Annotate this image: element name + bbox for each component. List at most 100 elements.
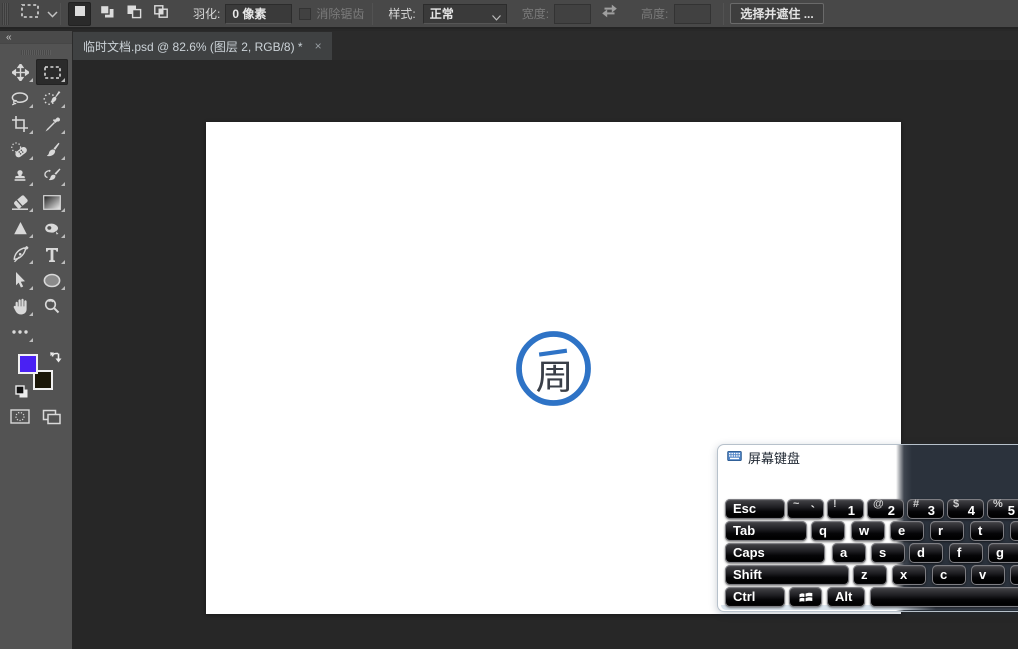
chevron-down-icon — [491, 10, 501, 24]
key-Esc[interactable]: Esc — [725, 499, 785, 519]
style-dropdown[interactable]: 正常 — [422, 3, 507, 24]
key-Ctrl[interactable]: Ctrl — [725, 587, 785, 607]
key-r[interactable]: r — [930, 521, 964, 541]
tab-close-icon[interactable]: × — [315, 40, 322, 52]
key-z[interactable]: z — [853, 565, 887, 585]
ellipse-tool[interactable] — [36, 267, 68, 293]
pen-tool[interactable] — [4, 241, 36, 267]
zoom-tool[interactable] — [36, 293, 68, 319]
key-1[interactable]: ! 1 — [827, 498, 864, 519]
key-s[interactable]: s — [871, 543, 905, 563]
dodge-icon — [43, 221, 61, 236]
key-Alt[interactable]: Alt — [827, 587, 865, 607]
intersect-selection-button[interactable] — [149, 2, 172, 26]
brush-tool[interactable] — [36, 137, 68, 163]
dodge-tool[interactable] — [36, 215, 68, 241]
swap-width-height-icon[interactable] — [600, 3, 619, 24]
swap-colors-icon[interactable] — [48, 351, 63, 371]
hand-tool[interactable] — [4, 293, 36, 319]
move-tool[interactable] — [4, 59, 36, 85]
eraser-tool[interactable] — [4, 189, 36, 215]
stamp-icon — [12, 168, 28, 184]
key-Caps[interactable]: Caps — [725, 543, 825, 563]
rectangular-marquee-tool[interactable] — [36, 59, 68, 85]
key-t[interactable]: t — [970, 521, 1004, 541]
document-tab[interactable]: 临时文档.psd @ 82.6% (图层 2, RGB/8) * × — [73, 32, 332, 60]
new-selection-button[interactable] — [68, 1, 91, 26]
key-shift-symbol: $ — [953, 498, 960, 510]
key-Shift[interactable]: Shift — [725, 565, 849, 585]
key-v[interactable]: v — [971, 565, 1005, 585]
toolbar-grip[interactable] — [21, 50, 51, 55]
collapse-toolbar-icon[interactable]: « — [6, 32, 11, 43]
key-5[interactable]: % 5 — [987, 498, 1018, 519]
edit-toolbar[interactable] — [4, 319, 36, 345]
on-screen-keyboard[interactable]: 屏幕键盘 Esc~`!1@2#3$4%5TabqwertyCapsasdfgSh… — [717, 444, 1018, 612]
tool-preset-picker[interactable] — [20, 3, 58, 24]
spot-healing-tool[interactable] — [4, 137, 36, 163]
key-main-char: 4 — [967, 503, 975, 518]
blur-tool[interactable] — [4, 215, 36, 241]
flyout-triangle-icon — [61, 156, 65, 160]
key-y[interactable]: y — [1010, 521, 1018, 541]
key-space[interactable] — [870, 587, 1018, 607]
key-shift-symbol: ! — [833, 498, 837, 510]
key-w[interactable]: w — [851, 521, 885, 541]
gradient-tool[interactable] — [36, 189, 68, 215]
key-d[interactable]: d — [909, 543, 943, 563]
add-to-selection-button[interactable] — [95, 2, 118, 26]
crop-icon — [12, 116, 28, 132]
key-4[interactable]: $4 — [947, 498, 984, 519]
separator — [372, 2, 374, 25]
flyout-triangle-icon — [61, 260, 65, 264]
height-input[interactable] — [674, 3, 712, 24]
eyedropper-tool[interactable] — [36, 111, 68, 137]
flyout-triangle-icon — [61, 182, 65, 186]
logo: 周 — [508, 323, 599, 414]
path-selection-tool[interactable] — [4, 267, 36, 293]
key-label: Alt — [835, 589, 853, 604]
key-Tab[interactable]: Tab — [725, 521, 807, 541]
key-win[interactable] — [789, 587, 822, 607]
key-main-char: 2 — [887, 503, 895, 518]
key-b[interactable]: b — [1010, 565, 1018, 585]
flyout-triangle-icon — [29, 338, 33, 342]
document-tab-title: 临时文档.psd @ 82.6% (图层 2, RGB/8) * — [83, 39, 303, 54]
key-main-char: 5 — [1007, 503, 1015, 518]
key-q[interactable]: q — [811, 521, 845, 541]
ellipse-icon — [43, 273, 61, 288]
ellipsis-icon — [12, 330, 28, 334]
crop-tool[interactable] — [4, 111, 36, 137]
key-label: f — [957, 545, 962, 560]
key-e[interactable]: e — [890, 521, 924, 541]
key-c[interactable]: c — [932, 565, 966, 585]
key-label: Shift — [733, 567, 762, 582]
quick-selection-tool[interactable] — [36, 85, 68, 111]
key-2[interactable]: @2 — [867, 498, 904, 519]
subtract-from-selection-button[interactable] — [122, 2, 145, 26]
key-x[interactable]: x — [892, 565, 926, 585]
default-colors-icon[interactable] — [15, 385, 29, 404]
width-input[interactable] — [554, 3, 592, 24]
lasso-tool[interactable] — [4, 85, 36, 111]
options-bar-grip[interactable] — [2, 3, 9, 25]
osk-title: 屏幕键盘 — [748, 450, 801, 466]
clone-stamp-tool[interactable] — [4, 163, 36, 189]
foreground-color-swatch[interactable] — [18, 354, 38, 374]
key-3[interactable]: #3 — [907, 498, 944, 519]
flyout-triangle-icon — [29, 130, 33, 134]
screen-mode-button[interactable] — [42, 409, 62, 430]
history-brush-tool[interactable] — [36, 163, 68, 189]
osk-titlebar[interactable]: 屏幕键盘 — [727, 449, 801, 466]
key-a[interactable]: a — [832, 543, 866, 563]
type-tool[interactable] — [36, 241, 68, 267]
key-`[interactable]: ~ ` — [787, 498, 824, 519]
feather-value: 0 像素 — [232, 7, 267, 21]
key-f[interactable]: f — [949, 543, 983, 563]
feather-input[interactable]: 0 像素 — [225, 3, 293, 24]
quick-mask-button[interactable] — [10, 409, 30, 429]
select-and-mask-button[interactable]: 选择并遮住 ... — [730, 3, 824, 24]
lasso-icon — [11, 90, 29, 107]
anti-alias-checkbox[interactable] — [299, 7, 312, 20]
key-g[interactable]: g — [988, 543, 1018, 563]
